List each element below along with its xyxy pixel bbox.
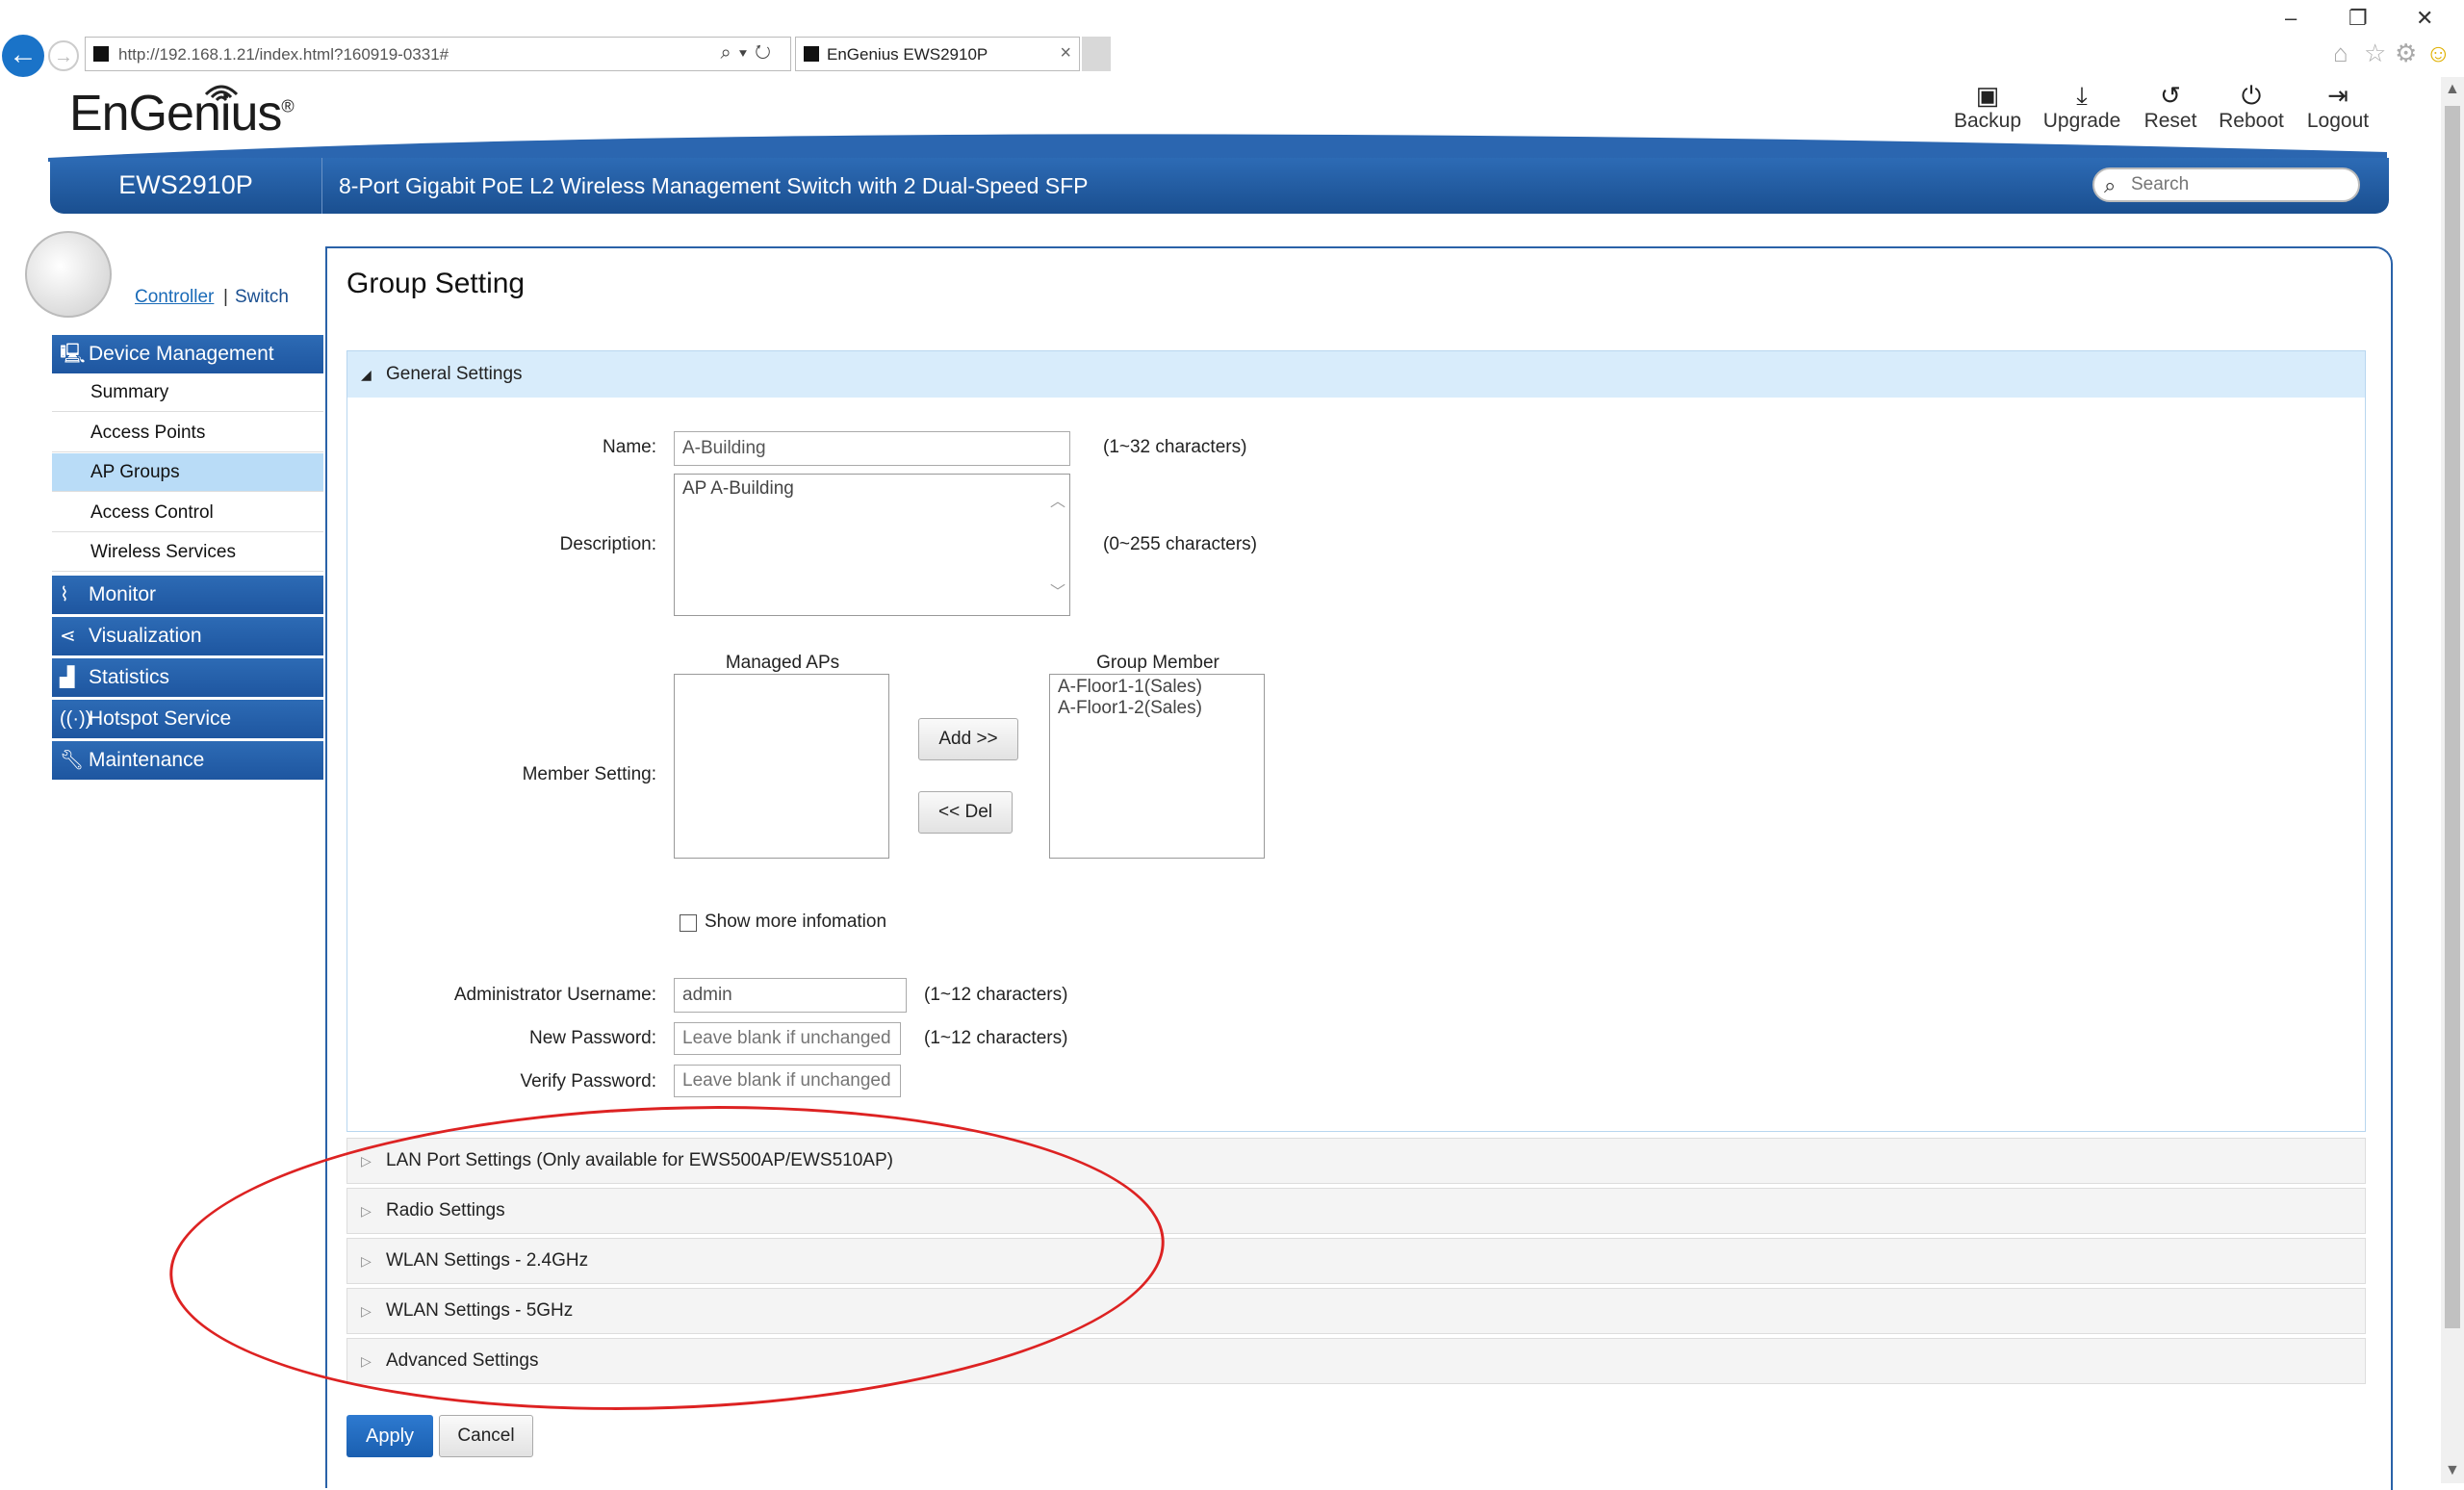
show-more-checkbox[interactable] xyxy=(680,914,697,932)
scroll-down-icon[interactable]: ▼ xyxy=(2445,1462,2460,1479)
back-arrow-icon[interactable]: ← xyxy=(2,35,44,77)
admin-username-label: Administrator Username: xyxy=(453,985,656,1005)
group-member-item[interactable]: A-Floor1-1(Sales) xyxy=(1058,677,1256,698)
bar-chart-icon: ▟ xyxy=(60,667,75,688)
new-password-input[interactable] xyxy=(674,1022,901,1055)
power-icon: ⏻ xyxy=(2241,81,2262,110)
search-icon: ⌕ xyxy=(2104,173,2117,197)
textarea-scroll-down-icon[interactable]: ﹀ xyxy=(1050,578,1065,602)
member-setting-label: Member Setting: xyxy=(522,764,656,784)
menu-maintenance-label: Maintenance xyxy=(89,749,205,771)
antenna-icon: ((·)) xyxy=(60,708,92,730)
page-scrollbar[interactable]: ▲ ▼ xyxy=(2441,77,2464,1483)
logout-icon: ⇥ xyxy=(2327,81,2348,110)
collapse-triangle-icon: ◢ xyxy=(361,367,372,382)
menu-device-management-label: Device Management xyxy=(89,343,274,365)
tab-title: EnGenius EWS2910P xyxy=(827,45,988,64)
logo-registered-mark: ® xyxy=(281,96,294,116)
verify-password-label: Verify Password: xyxy=(520,1071,657,1092)
new-password-note: (1~12 characters) xyxy=(924,1028,1068,1048)
share-nodes-icon: ⋖ xyxy=(60,626,76,647)
group-member-list[interactable]: A-Floor1-1(Sales) A-Floor1-2(Sales) xyxy=(1049,674,1265,859)
group-member-item[interactable]: A-Floor1-2(Sales) xyxy=(1058,698,1256,719)
general-settings-panel xyxy=(346,350,2366,1132)
settings-gear-icon[interactable]: ⚙ xyxy=(2395,39,2417,68)
home-icon[interactable]: ⌂ xyxy=(2333,39,2348,68)
page-title: Group Setting xyxy=(346,268,526,299)
description-note: (0~255 characters) xyxy=(1103,534,1257,554)
delete-member-button[interactable]: << Del xyxy=(918,791,1013,834)
monitor-computer-icon: 🖳 xyxy=(60,344,86,365)
site-favicon-icon xyxy=(93,46,109,62)
smiley-feedback-icon[interactable]: ☺ xyxy=(2426,39,2451,68)
name-note: (1~32 characters) xyxy=(1103,437,1247,457)
search-box[interactable]: ⌕ xyxy=(2092,167,2360,202)
search-input[interactable] xyxy=(2129,173,2354,196)
new-password-label: New Password: xyxy=(529,1028,656,1048)
wifi-logo-icon xyxy=(204,85,239,102)
sidebar-item-access-control[interactable]: Access Control xyxy=(52,494,323,532)
search-refresh-icon[interactable]: ⌕▾↻ xyxy=(721,42,779,64)
menu-visualization-label: Visualization xyxy=(89,625,202,647)
sidebar-item-ap-groups[interactable]: AP Groups xyxy=(52,453,323,492)
show-more-label[interactable]: Show more infomation xyxy=(705,912,886,933)
menu-statistics-label: Statistics xyxy=(89,666,170,688)
tab-close-icon[interactable]: × xyxy=(1060,42,1071,64)
mode-separator: | xyxy=(223,287,228,307)
new-tab-button[interactable] xyxy=(1082,37,1111,71)
menu-maintenance[interactable]: 🔧︎ Maintenance xyxy=(52,741,323,780)
browser-chrome: ← → http://192.168.1.21/index.html?16091… xyxy=(0,0,2464,77)
name-input[interactable] xyxy=(674,431,1070,466)
description-label: Description: xyxy=(559,534,656,554)
verify-password-input[interactable] xyxy=(674,1065,901,1097)
sidebar-item-access-points[interactable]: Access Points xyxy=(52,414,323,452)
header-swoosh-decoration xyxy=(48,134,2387,162)
reset-arrow-icon: ↺ xyxy=(2160,81,2181,110)
browser-tab[interactable]: EnGenius EWS2910P × xyxy=(795,37,1080,71)
close-window-icon[interactable]: ✕ xyxy=(2416,6,2433,31)
model-name: EWS2910P xyxy=(50,158,322,214)
general-settings-header[interactable]: ◢ General Settings xyxy=(347,351,2365,398)
sidebar-item-summary[interactable]: Summary xyxy=(52,373,323,412)
scroll-up-icon[interactable]: ▲ xyxy=(2445,81,2460,98)
menu-hotspot-service-label: Hotspot Service xyxy=(89,707,232,730)
description-textarea[interactable]: AP A-Building ︿ ﹀ xyxy=(674,474,1070,616)
pulse-monitor-icon: ⌇ xyxy=(60,584,69,605)
apply-button[interactable]: Apply xyxy=(346,1415,433,1457)
model-description: 8-Port Gigabit PoE L2 Wireless Managemen… xyxy=(339,173,1089,198)
group-member-header: Group Member xyxy=(1096,653,1219,673)
admin-username-note: (1~12 characters) xyxy=(924,985,1068,1005)
restore-icon[interactable]: ❐ xyxy=(2348,6,2368,31)
favorites-star-icon[interactable]: ☆ xyxy=(2364,39,2386,68)
menu-statistics[interactable]: ▟ Statistics xyxy=(52,658,323,697)
device-image xyxy=(25,231,112,318)
menu-monitor[interactable]: ⌇ Monitor xyxy=(52,576,323,614)
managed-aps-header: Managed APs xyxy=(725,653,840,673)
controller-mode-link[interactable]: Controller xyxy=(135,287,214,308)
floppy-disk-icon: ▣ xyxy=(1975,81,2000,110)
textarea-scroll-up-icon[interactable]: ︿ xyxy=(1050,488,1065,511)
general-settings-title: General Settings xyxy=(386,364,523,384)
description-text: AP A-Building xyxy=(682,478,794,499)
scroll-thumb[interactable] xyxy=(2445,106,2460,1328)
name-label: Name: xyxy=(603,437,656,457)
address-bar[interactable]: http://192.168.1.21/index.html?160919-03… xyxy=(85,37,791,71)
admin-username-input[interactable] xyxy=(674,978,907,1013)
cancel-button[interactable]: Cancel xyxy=(439,1415,533,1457)
forward-arrow-icon[interactable]: → xyxy=(48,40,79,71)
minimize-icon[interactable]: – xyxy=(2285,6,2297,31)
managed-aps-list[interactable] xyxy=(674,674,889,859)
address-url[interactable]: http://192.168.1.21/index.html?160919-03… xyxy=(118,45,449,64)
tab-favicon-icon xyxy=(804,46,819,62)
menu-device-management[interactable]: 🖳 Device Management xyxy=(52,335,323,373)
add-member-button[interactable]: Add >> xyxy=(918,718,1018,760)
menu-monitor-label: Monitor xyxy=(89,583,157,605)
sidebar-item-wireless-services[interactable]: Wireless Services xyxy=(52,533,323,572)
menu-visualization[interactable]: ⋖ Visualization xyxy=(52,617,323,655)
switch-mode-link[interactable]: Switch xyxy=(235,287,289,308)
download-icon: ⤓ xyxy=(2076,81,2088,110)
wrench-icon: 🔧︎ xyxy=(60,750,85,771)
menu-hotspot-service[interactable]: ((·)) Hotspot Service xyxy=(52,700,323,738)
